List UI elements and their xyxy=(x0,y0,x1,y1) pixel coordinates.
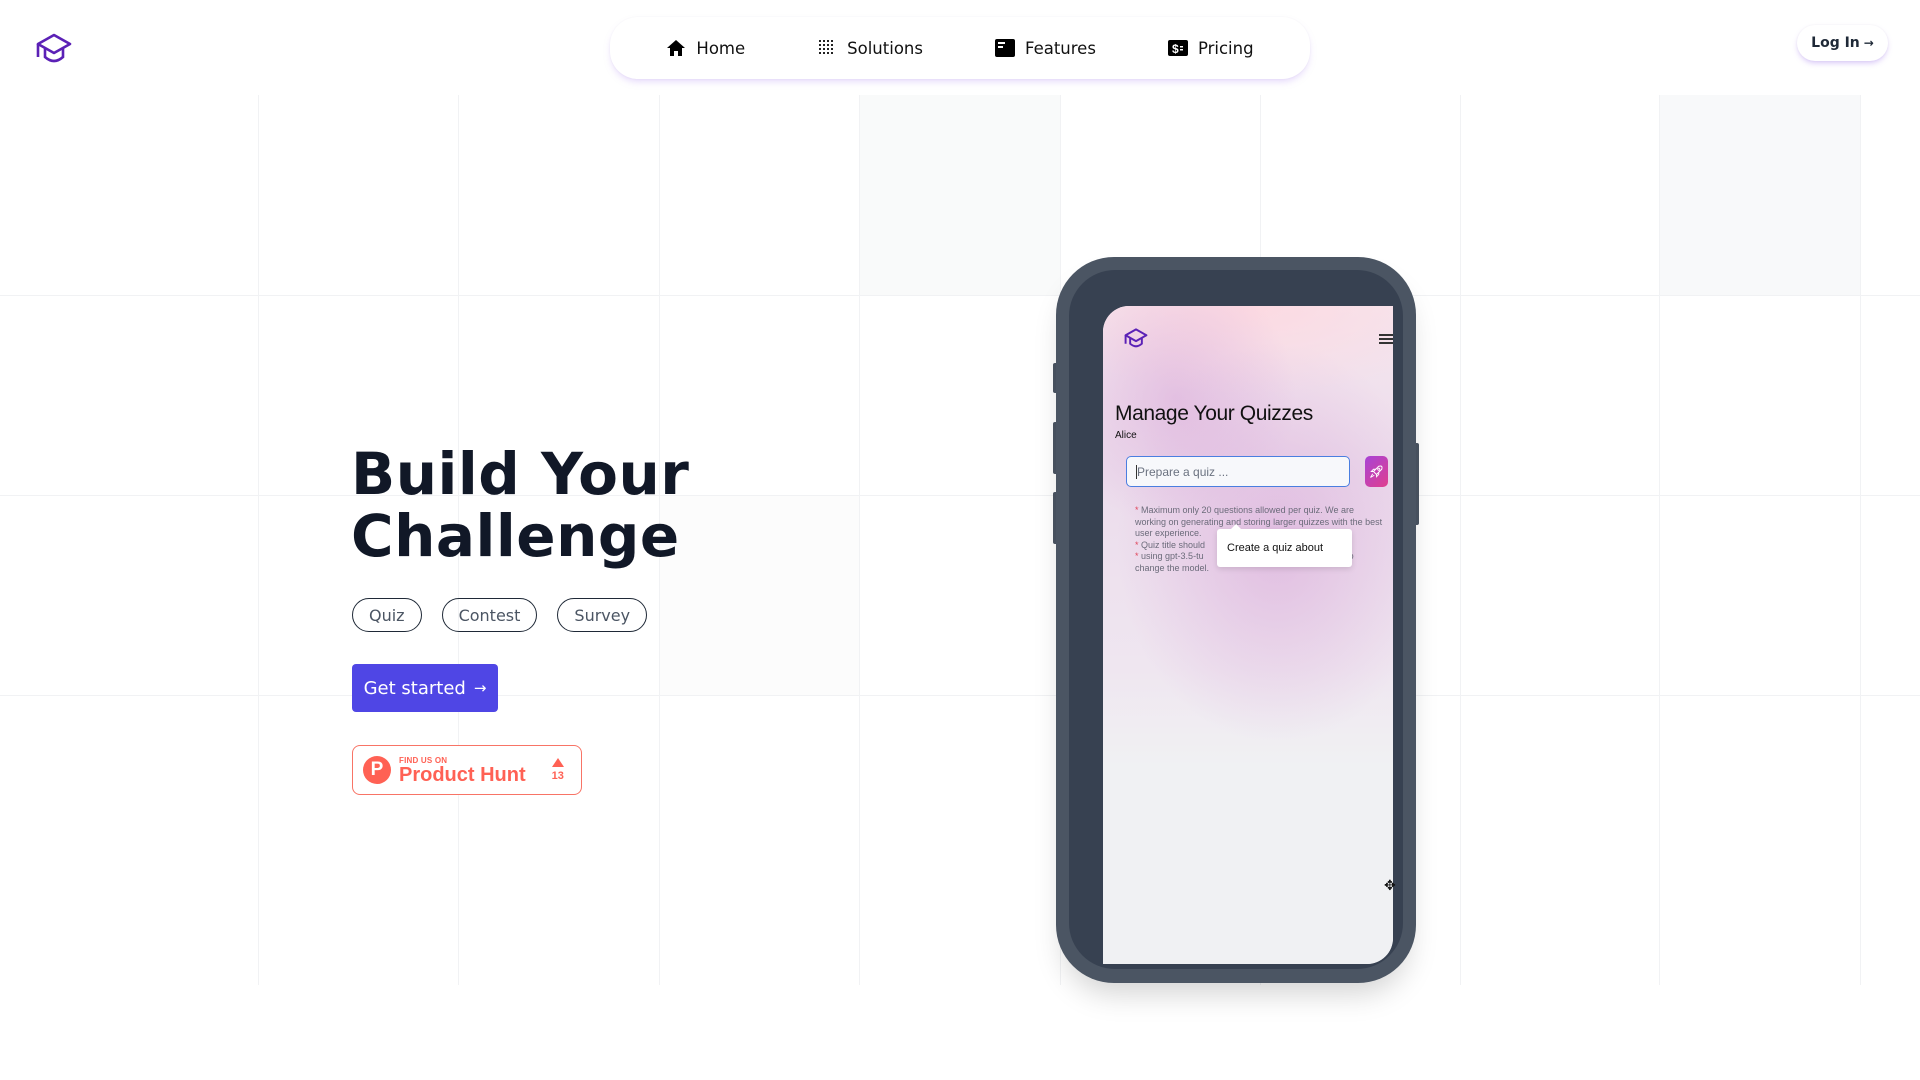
tag-contest[interactable]: Contest xyxy=(441,598,538,632)
upvote-count: 13 xyxy=(551,770,564,782)
challenge-type-tags: Quiz Contest Survey xyxy=(352,598,648,632)
home-icon xyxy=(667,40,686,56)
dollar-bill-icon: $ xyxy=(1167,40,1188,56)
app-logo[interactable] xyxy=(1123,328,1149,349)
hero-title-line2: Challenge xyxy=(351,502,680,570)
rocket-icon xyxy=(1370,465,1383,478)
nav-solutions-label: Solutions xyxy=(847,38,923,58)
get-started-label: Get started xyxy=(363,677,466,699)
hero-title: Build Your Challenge xyxy=(351,443,689,567)
main-nav: Home Solutions Features $ Pricing xyxy=(610,17,1310,79)
hamburger-menu-icon[interactable] xyxy=(1379,334,1393,346)
brand-logo[interactable] xyxy=(34,33,74,65)
hero-title-line1: Build Your xyxy=(351,440,690,508)
graduation-cap-icon xyxy=(36,33,72,63)
graduation-cap-icon xyxy=(1124,328,1148,348)
suggestion-tooltip[interactable]: Create a quiz about xyxy=(1217,524,1352,567)
arrow-right-icon: → xyxy=(473,679,487,697)
features-card-icon xyxy=(994,39,1015,57)
phone-screen: Manage Your Quizzes Alice Prepare a quiz… xyxy=(1103,306,1393,964)
login-button[interactable]: Log In → xyxy=(1797,25,1888,61)
arrow-right-icon: → xyxy=(1863,36,1874,50)
tag-quiz[interactable]: Quiz xyxy=(352,598,422,632)
dot-grid-icon xyxy=(819,40,834,54)
nav-features-label: Features xyxy=(1024,38,1096,58)
nav-features[interactable]: Features xyxy=(959,38,1132,58)
quiz-prompt-placeholder: Prepare a quiz ... xyxy=(1137,464,1229,479)
product-hunt-name: Product Hunt xyxy=(399,763,526,786)
get-started-button[interactable]: Get started → xyxy=(352,664,498,712)
tag-survey[interactable]: Survey xyxy=(557,598,648,632)
nav-home[interactable]: Home xyxy=(630,38,781,58)
move-cursor-icon: ✥ xyxy=(1384,878,1396,894)
generate-quiz-button[interactable] xyxy=(1365,456,1388,487)
nav-pricing-label: Pricing xyxy=(1197,38,1254,58)
nav-pricing[interactable]: $ Pricing xyxy=(1132,38,1290,58)
upvote-arrow-icon xyxy=(551,758,564,767)
svg-text:$: $ xyxy=(1172,42,1179,56)
screen-title: Manage Your Quizzes xyxy=(1115,402,1313,425)
nav-solutions[interactable]: Solutions xyxy=(781,38,959,58)
product-hunt-logo-icon: P xyxy=(363,756,391,784)
product-hunt-votes: 13 xyxy=(552,758,564,782)
quiz-prompt-input[interactable]: Prepare a quiz ... xyxy=(1126,456,1350,487)
screen-username: Alice xyxy=(1115,430,1137,441)
login-label: Log In xyxy=(1811,35,1860,51)
product-hunt-text: FIND US ON Product Hunt xyxy=(399,756,526,785)
nav-home-label: Home xyxy=(696,38,746,58)
product-hunt-badge[interactable]: P FIND US ON Product Hunt 13 xyxy=(352,745,582,795)
